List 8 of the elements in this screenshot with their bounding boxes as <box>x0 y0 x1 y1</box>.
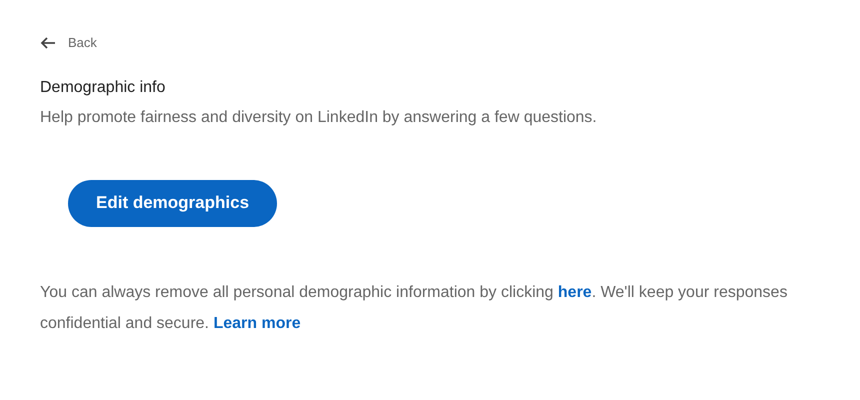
text-link[interactable]: here <box>558 284 592 300</box>
section-title: Demographic info <box>40 78 166 98</box>
section-description: Help promote fairness and diversity on LinkedIn by answering a few questions. <box>40 108 597 128</box>
edit-demographics-button[interactable]: Edit demographics <box>68 180 278 226</box>
text-link[interactable]: Learn more <box>213 314 301 332</box>
back-arrow-icon <box>40 36 56 50</box>
privacy-note: You can always remove all personal demographic information by clicking here. We'll keep your responses confidential and secure. Learn more <box>40 282 788 334</box>
back-link[interactable]: Back <box>40 33 97 52</box>
